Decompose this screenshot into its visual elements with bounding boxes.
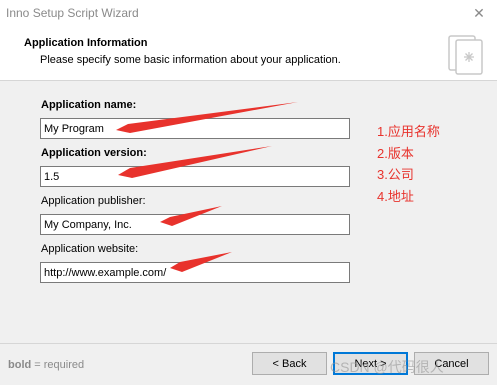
watermark: CSDN @代码很人 xyxy=(330,359,444,375)
annotation-label-2: 2.版本 xyxy=(377,145,414,161)
app-name-input[interactable] xyxy=(40,118,350,139)
window-title: Inno Setup Script Wizard xyxy=(6,6,139,20)
app-name-label: Application name: xyxy=(41,99,137,111)
app-version-label: Application version: xyxy=(41,147,147,159)
app-website-input[interactable] xyxy=(40,262,350,283)
app-website-label: Application website: xyxy=(41,243,139,255)
annotation-labels: 1.应用名称 2.版本 3.公司 4.地址 xyxy=(377,121,440,207)
setup-wizard-icon xyxy=(448,35,483,75)
app-version-input[interactable] xyxy=(40,166,350,187)
required-legend: bold = required xyxy=(8,359,84,371)
back-button[interactable]: < Back xyxy=(252,352,327,375)
app-publisher-label: Application publisher: xyxy=(41,195,146,207)
legend-bold: bold xyxy=(8,359,32,371)
page-subtitle: Please specify some basic information ab… xyxy=(40,54,341,66)
title-bar: Inno Setup Script Wizard ✕ xyxy=(0,0,497,26)
close-button[interactable]: ✕ xyxy=(461,0,497,26)
wizard-header: Application Information Please specify s… xyxy=(0,26,497,81)
page-title: Application Information xyxy=(24,37,148,49)
annotation-label-1: 1.应用名称 xyxy=(377,124,440,139)
footer-separator xyxy=(0,343,497,344)
annotation-label-3: 3.公司 xyxy=(377,167,414,182)
close-icon: ✕ xyxy=(473,4,485,21)
annotation-label-4: 4.地址 xyxy=(377,188,414,204)
app-publisher-input[interactable] xyxy=(40,214,350,235)
legend-text: = required xyxy=(31,359,85,371)
